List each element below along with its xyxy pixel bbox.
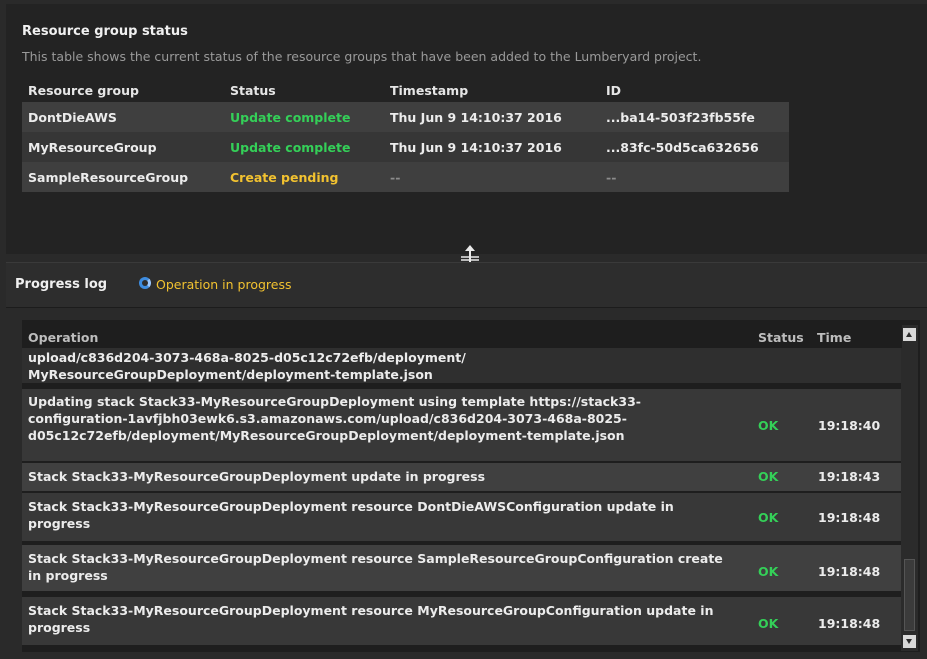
log-row[interactable]: Stack Stack33-MyResourceGroupDeployment … xyxy=(22,463,902,491)
column-status[interactable]: Status xyxy=(230,83,276,98)
log-scrollbar[interactable] xyxy=(901,325,918,651)
resource-group-name: SampleResourceGroup xyxy=(28,170,189,185)
timestamp: Thu Jun 9 14:10:37 2016 xyxy=(390,110,562,125)
spinner-icon xyxy=(139,277,151,289)
table-row[interactable]: DontDieAWS Update complete Thu Jun 9 14:… xyxy=(22,102,789,132)
status-badge: Create pending xyxy=(230,170,339,185)
log-time: 19:18:43 xyxy=(818,469,881,484)
panel-description: This table shows the current status of t… xyxy=(22,49,702,64)
log-time: 19:18:48 xyxy=(818,510,881,525)
log-operation: Stack Stack33-MyResourceGroupDeployment … xyxy=(28,603,714,635)
log-operation: Stack Stack33-MyResourceGroupDeployment … xyxy=(28,499,674,531)
progress-log-header: Progress log Operation in progress xyxy=(6,262,927,308)
log-operation: upload/c836d204-3073-468a-8025-d05c12c72… xyxy=(28,350,466,382)
log-row[interactable]: Stack Stack33-MyResourceGroupDeployment … xyxy=(22,493,902,541)
log-table-header: Operation Status Time xyxy=(22,320,902,348)
column-resource-group[interactable]: Resource group xyxy=(28,83,139,98)
log-status: OK xyxy=(758,418,779,433)
resource-id: ...83fc-50d5ca632656 xyxy=(606,140,759,155)
table-row[interactable]: MyResourceGroup Update complete Thu Jun … xyxy=(22,132,789,162)
panel-title: Resource group status xyxy=(22,24,188,39)
column-id[interactable]: ID xyxy=(606,83,621,98)
timestamp: -- xyxy=(390,170,401,185)
log-time: 19:18:40 xyxy=(818,418,881,433)
resource-group-name: MyResourceGroup xyxy=(28,140,157,155)
resource-group-name: DontDieAWS xyxy=(28,110,117,125)
log-operation: Updating stack Stack33-MyResourceGroupDe… xyxy=(28,394,641,443)
log-row[interactable]: Stack Stack33-MyResourceGroupDeployment … xyxy=(22,597,902,645)
resource-table-header: Resource group Status Timestamp ID xyxy=(22,80,789,102)
log-time: 19:18:48 xyxy=(818,616,881,631)
log-status: OK xyxy=(758,564,779,579)
column-operation[interactable]: Operation xyxy=(28,330,98,345)
column-status[interactable]: Status xyxy=(758,330,804,345)
timestamp: Thu Jun 9 14:10:37 2016 xyxy=(390,140,562,155)
scroll-up-icon[interactable] xyxy=(903,328,916,341)
log-operation: Stack Stack33-MyResourceGroupDeployment … xyxy=(28,469,486,484)
progress-log-title: Progress log xyxy=(15,277,108,292)
column-timestamp[interactable]: Timestamp xyxy=(390,83,468,98)
log-row[interactable]: Updating stack Stack33-MyResourceGroupDe… xyxy=(22,389,902,461)
log-time: 19:18:48 xyxy=(818,564,881,579)
resource-group-panel: Resource group status This table shows t… xyxy=(6,4,927,254)
log-status: OK xyxy=(758,616,779,631)
status-badge: Update complete xyxy=(230,140,351,155)
log-operation: Stack Stack33-MyResourceGroupDeployment … xyxy=(28,551,723,583)
status-badge: Update complete xyxy=(230,110,351,125)
scroll-thumb[interactable] xyxy=(904,559,915,631)
scroll-down-icon[interactable] xyxy=(903,635,916,648)
resource-id: -- xyxy=(606,170,617,185)
log-status: OK xyxy=(758,469,779,484)
log-row[interactable]: Stack Stack33-MyResourceGroupDeployment … xyxy=(22,545,902,591)
log-status: OK xyxy=(758,510,779,525)
progress-log-table: upload/c836d204-3073-468a-8025-d05c12c72… xyxy=(22,320,920,652)
column-time[interactable]: Time xyxy=(817,330,851,345)
resource-id: ...ba14-503f23fb55fe xyxy=(606,110,755,125)
operation-status: Operation in progress xyxy=(156,277,292,292)
table-row[interactable]: SampleResourceGroup Create pending -- -- xyxy=(22,162,789,192)
